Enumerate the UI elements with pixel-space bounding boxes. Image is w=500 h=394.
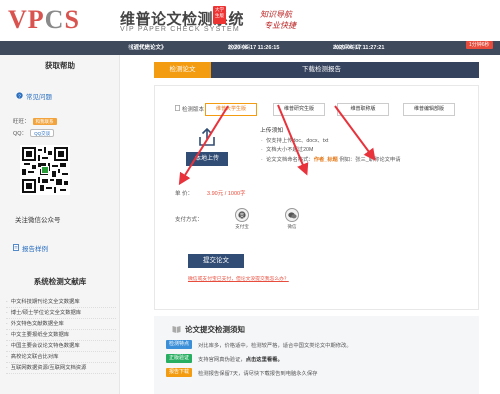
wechat-pay-label: 微信 (287, 224, 297, 229)
report-sample-label: 报告样例 (22, 246, 48, 253)
db-list-item[interactable]: 外文特色文献数据全库 (6, 319, 116, 330)
format-rule: 作者_标题 (313, 156, 338, 163)
download-badge: 报告下载 (166, 368, 192, 377)
wechat-pay-option[interactable]: 微信 (280, 208, 304, 230)
db-list-item[interactable]: 中文主要报纸全文数据库 (6, 330, 116, 341)
main-content: 检测论文 下载检测报告 检测版本： 维普大学生版 维普研究生版 维普职称版 维普… (121, 55, 500, 394)
svg-text:?: ? (18, 93, 21, 99)
db-list: 中文科技期刊论文全文数据库 博士/硕士学位论文全文数据库 外文特色文献数据全库 … (6, 297, 116, 374)
payment-help-link[interactable]: 微信或支付宝已支付，但论文没提交我怎么办？ (188, 275, 289, 282)
qr-caption: 关注微信公众号 (15, 217, 61, 224)
faq-link[interactable]: ? 常见问题 (16, 91, 52, 101)
version-graduate-button[interactable]: 维普研究生版 (273, 103, 325, 116)
wechat-qr-code (20, 145, 70, 195)
report-sample-link[interactable]: 报告样例 (13, 243, 48, 253)
db-title: 系统检测文献库 (33, 277, 87, 286)
tab-check-paper[interactable]: 检测论文 (154, 62, 211, 78)
upload-notice-item: 文档大小不超过20M (260, 146, 401, 156)
submit-paper-button[interactable]: 提交论文 (188, 254, 244, 268)
check-panel: 检测版本： 维普大学生版 维普研究生版 维普职称版 维普编辑部版 本地上传 上传… (154, 85, 479, 310)
logo-text-main: VP (8, 5, 45, 34)
upload-icon (199, 127, 215, 148)
upload-notice-item: 仅支持上传doc、docx、txt (260, 137, 401, 147)
info-bar: 检测文档： 《近代史论文》 检测时间： 2020-06-17 11:26:15 出结… (0, 41, 500, 55)
db-list-item[interactable]: 高校论文联合比对库 (6, 352, 116, 363)
verify-link[interactable]: 点击这里看看。 (246, 357, 283, 363)
logo-text-tail: S (64, 5, 80, 34)
wangwang-label: 旺旺： (13, 119, 30, 125)
tab-download-report[interactable]: 下载检测报告 (274, 62, 369, 78)
db-list-item[interactable]: 中文科技期刊论文全文数据库 (6, 297, 116, 308)
wechat-icon (285, 208, 299, 222)
pay-label: 支付方式： (175, 217, 203, 223)
report-time-value: 2020-06-17 11:27:21 (333, 45, 385, 51)
qq-row: QQ： QQ交谈 (13, 129, 55, 137)
notice-box-title: 论文提交检测须知 (172, 324, 245, 335)
notice-row: 检测特点 对比库多，价格适中，检测较严格，适合中国文类论文中期修改。 (166, 340, 352, 349)
wangwang-chat-button[interactable]: 和我联系 (32, 117, 57, 125)
doc-value: 《近代史论文》 (128, 45, 167, 51)
qq-label: QQ： (13, 131, 28, 137)
price-row: 单 价： 3.90元 / 1000字 (175, 189, 246, 197)
alipay-icon: 支 (235, 208, 249, 222)
sidebar: 获取帮助 ? 常见问题 旺旺： 和我联系 QQ： QQ交谈 关注微信公众号 报告… (0, 55, 120, 394)
book-icon (172, 325, 181, 335)
question-icon: ? (16, 91, 23, 101)
brand-subtitle: VIP PAPER CHECK SYSTEM (120, 26, 240, 33)
db-list-item[interactable]: 互联网数据资源/互联网文档资源 (6, 363, 116, 374)
upload-notice-item: 论文文档命名格式：作者_标题 例如：张三_职称论文申请 (260, 156, 401, 166)
db-list-item[interactable]: 中国主要会议论文特色数据库 (6, 341, 116, 352)
logo-text-accent: C (44, 5, 65, 34)
notice-row-text: 检测报告保留7天，请尽快下载报告到电脑永久保存 (198, 370, 318, 377)
upload-notice: 上传须知 仅支持上传doc、docx、txt 文档大小不超过20M 论文文档命名… (260, 127, 401, 165)
slogan: 知识导航 专业快捷 (260, 9, 296, 31)
upload-notice-title: 上传须知 (260, 128, 284, 134)
alipay-label: 支付宝 (235, 224, 249, 229)
price-value: 3.90元 / 1000字 (207, 191, 246, 197)
wangwang-row: 旺旺： 和我联系 (13, 117, 57, 125)
doc-small-icon (175, 105, 180, 113)
edition-badge: 大学生版 (213, 6, 226, 24)
header: VPCS 维普论文检测系统 大学生版 VIP PAPER CHECK SYSTE… (0, 0, 500, 40)
notice-row-text: 对比库多，价格适中，检测较严格，适合中国文类论文中期修改。 (198, 342, 352, 349)
upload-notice-list: 仅支持上传doc、docx、txt 文档大小不超过20M 论文文档命名格式：作者… (260, 137, 401, 166)
tab-bar: 检测论文 下载检测报告 (154, 62, 479, 78)
qq-chat-button[interactable]: QQ交谈 (30, 129, 55, 137)
document-icon (13, 243, 19, 253)
verify-badge: 正版验证 (166, 354, 192, 363)
notice-box-title-text: 论文提交检测须知 (185, 325, 245, 334)
submission-notice-box: 论文提交检测须知 检测特点 对比库多，价格适中，检测较严格，适合中国文类论文中期… (154, 316, 479, 394)
format-label: 论文文档命名格式： (266, 156, 314, 163)
db-list-item[interactable]: 博士/硕士学位论文全文数据库 (6, 308, 116, 319)
faq-link-label: 常见问题 (26, 94, 52, 101)
version-title-button[interactable]: 维普职称版 (337, 103, 389, 116)
local-upload-button[interactable]: 本地上传 (186, 152, 228, 166)
version-editorial-button[interactable]: 维普编辑部版 (403, 103, 455, 116)
slogan-line: 知识导航 (260, 10, 292, 19)
format-example: 例如：张三_职称论文申请 (339, 156, 401, 163)
duration-badge: 1分钟6秒 (466, 41, 493, 49)
slogan-line: 专业快捷 (264, 21, 296, 30)
notice-row: 正版验证 支持官网真伪验证，点击这里看看。 (166, 354, 283, 363)
help-title: 获取帮助 (45, 61, 75, 70)
svg-text:支: 支 (239, 212, 244, 219)
feature-badge: 检测特点 (166, 340, 192, 349)
logo[interactable]: VPCS (8, 4, 113, 36)
alipay-option[interactable]: 支 支付宝 (230, 208, 254, 230)
time-value: 2020-06-17 11:26:15 (228, 45, 280, 51)
notice-row-text: 支持官网真伪验证， (198, 356, 246, 363)
notice-row: 报告下载 检测报告保留7天，请尽快下载报告到电脑永久保存 (166, 368, 317, 377)
version-undergrad-button[interactable]: 维普大学生版 (205, 103, 257, 116)
price-label: 单 价： (175, 191, 194, 197)
